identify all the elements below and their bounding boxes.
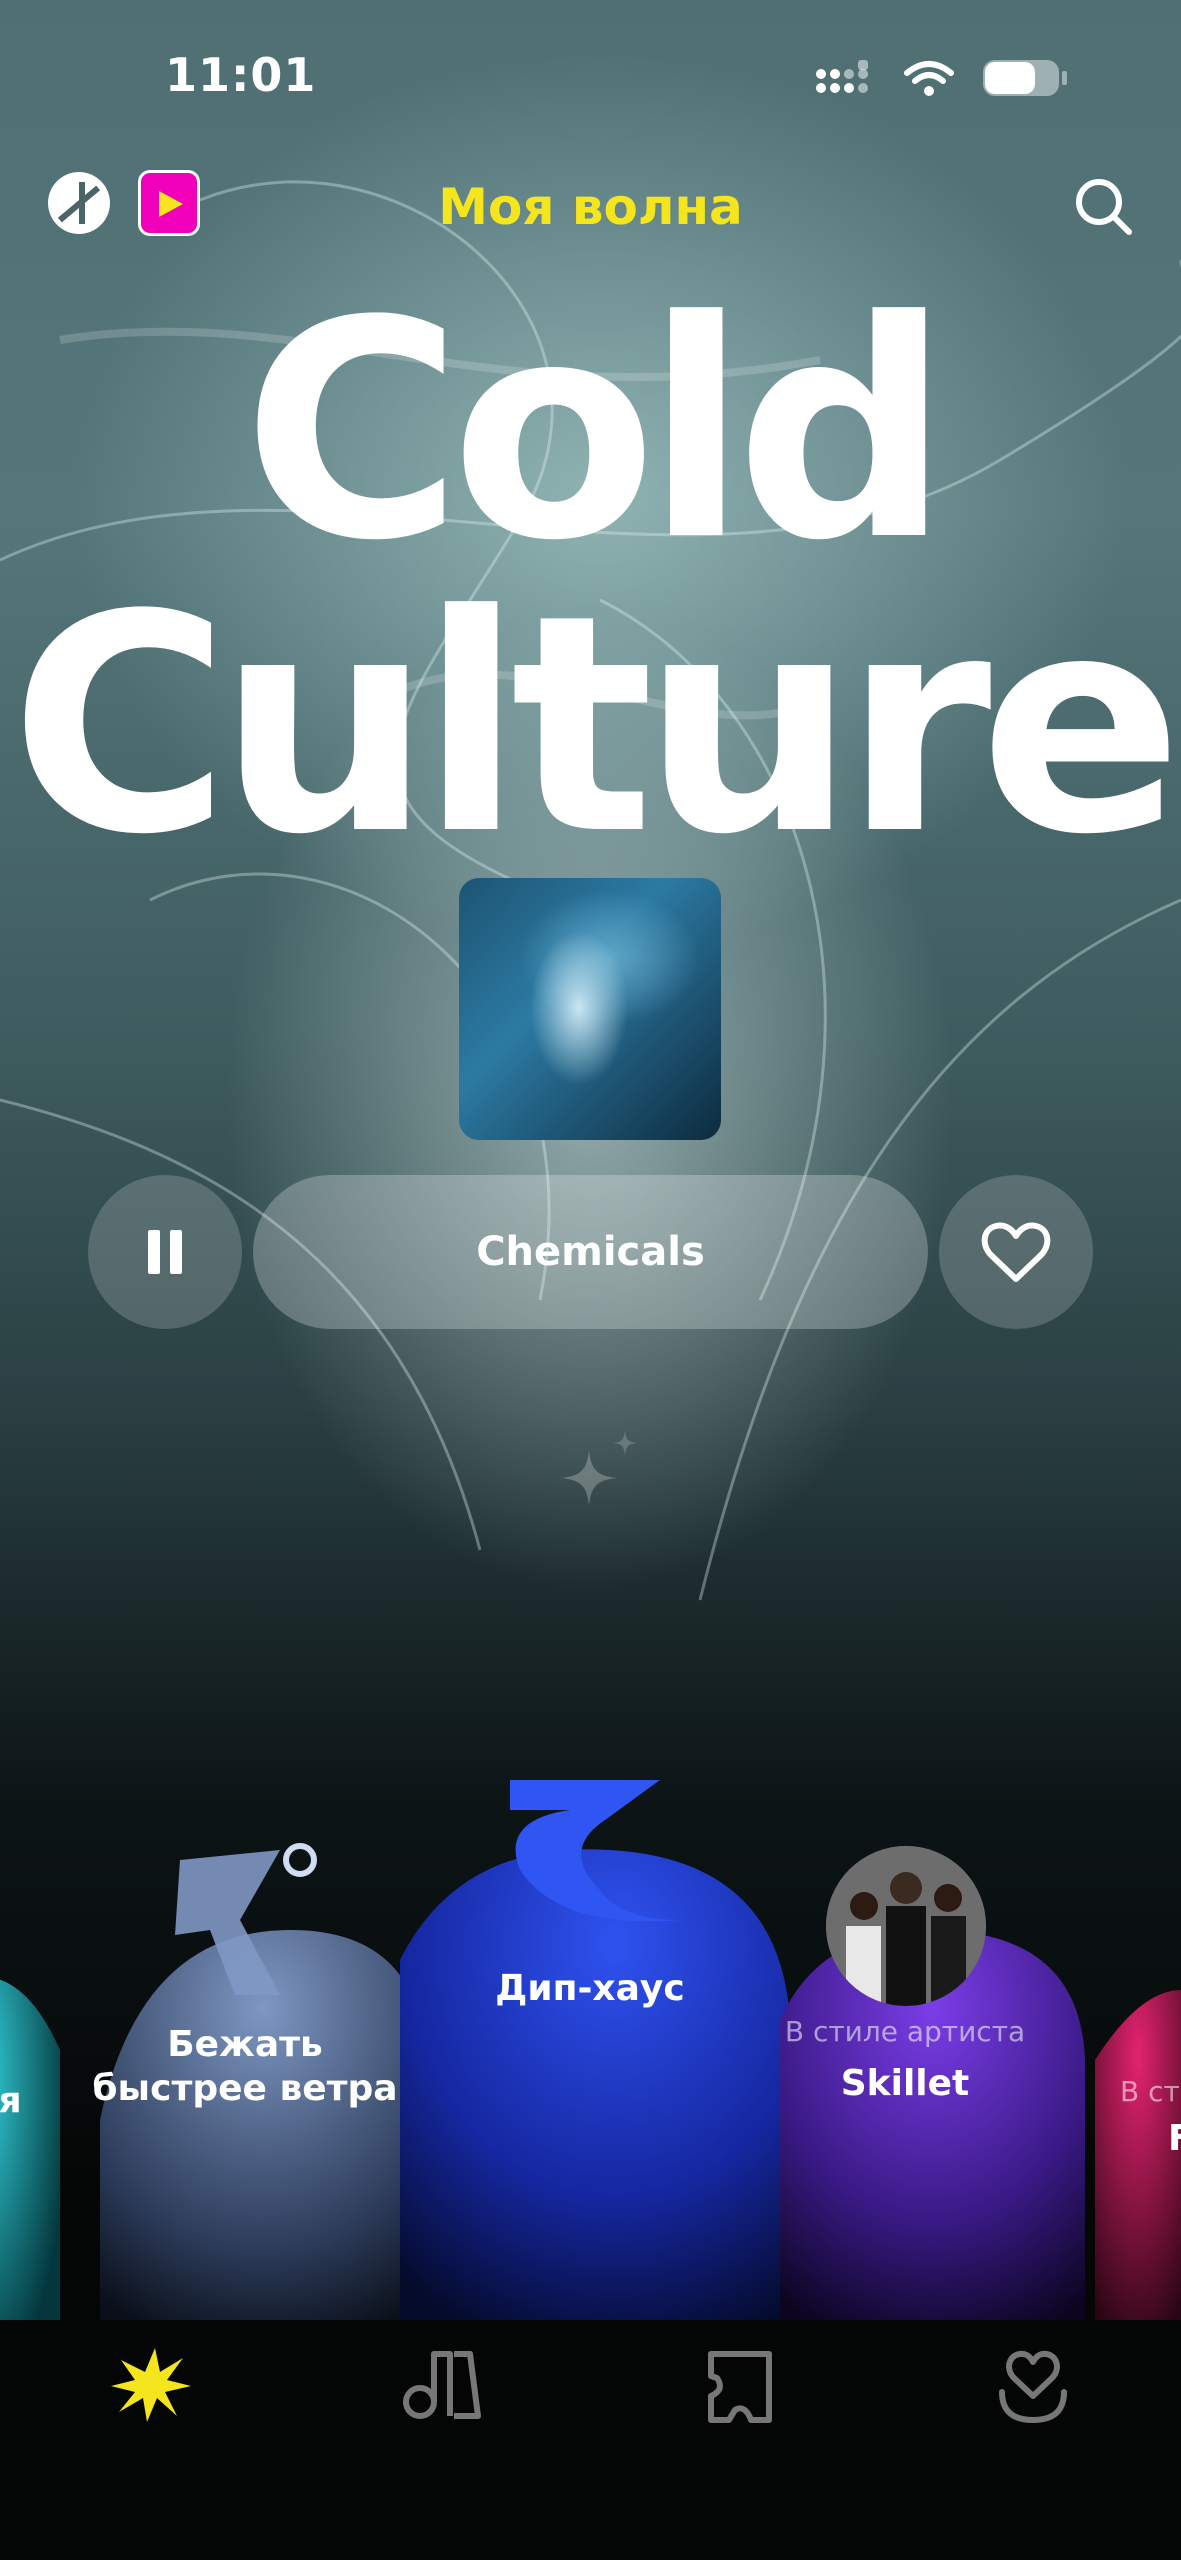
like-button[interactable] [939, 1175, 1093, 1329]
music-icon [403, 2351, 481, 2419]
artist-name: Cold Culture [0, 257, 1181, 900]
track-title-button[interactable]: Chemicals [253, 1175, 928, 1329]
pause-icon-bar-left [148, 1230, 160, 1274]
status-time: 11:01 [165, 48, 317, 102]
wifi-icon [904, 61, 954, 96]
sparkle-icon [561, 1430, 637, 1506]
nav-collection[interactable] [695, 2340, 785, 2450]
cellular-icon [816, 60, 868, 93]
nav-favorites[interactable] [988, 2340, 1078, 2450]
band-photo [826, 1846, 986, 2006]
bottom-nav [0, 2340, 1181, 2460]
wave-icon [111, 2348, 191, 2422]
wave-sub-pink: В сти [1120, 2075, 1181, 2108]
wave-label-deep-house: Дип-хаус [495, 1968, 685, 2009]
nav-my-wave[interactable] [105, 2340, 195, 2450]
search-button[interactable] [1069, 172, 1139, 242]
wave-label-pink: F [1168, 2118, 1181, 2159]
search-icon [1076, 179, 1132, 235]
wave-sub-skillet: В стиле артиста [784, 2015, 1026, 2048]
wave-label-teal: я [0, 2080, 22, 2121]
artist-name-line2: Culture [10, 551, 1181, 900]
wave-label-run: Бежать быстрее ветра [92, 2024, 398, 2109]
nav-music[interactable] [398, 2340, 488, 2450]
album-cover[interactable] [459, 878, 721, 1140]
artist-avatar [826, 1846, 986, 2006]
pause-button[interactable] [88, 1175, 242, 1329]
artist-name-line1: Cold [242, 257, 951, 606]
status-icons [815, 58, 1069, 98]
player-controls: Chemicals [88, 1175, 1093, 1329]
track-title: Chemicals [476, 1229, 705, 1275]
battery-icon [983, 60, 1067, 96]
heart-icon [999, 2350, 1067, 2423]
collection-icon [708, 2351, 772, 2423]
wave-label-skillet: Skillet [840, 2063, 970, 2104]
page-title[interactable]: Моя волна [0, 178, 1181, 236]
pause-icon-bar-right [170, 1230, 182, 1274]
wave-card-teal[interactable] [0, 1976, 60, 2320]
wave-card-deep-house[interactable] [400, 1849, 790, 2320]
heart-icon [981, 1222, 1051, 1282]
